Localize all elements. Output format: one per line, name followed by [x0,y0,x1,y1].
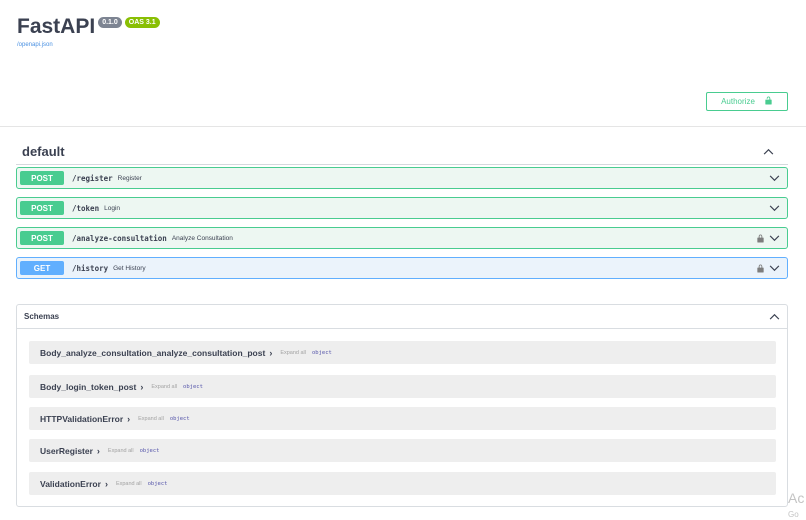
oas-badge: OAS 3.1 [124,17,160,28]
tag-section-header[interactable]: default [16,139,788,165]
tag-name: default [22,144,65,159]
chevron-right-icon[interactable]: › [127,414,130,424]
model-type: object [169,415,190,422]
schemas-title: Schemas [24,312,60,321]
operation-post-register[interactable]: POST /register Register [16,167,788,189]
chevron-down-icon[interactable] [769,234,780,242]
activation-watermark: Ac [788,490,805,506]
method-badge: POST [20,201,64,215]
activation-watermark-sub: Go [788,510,799,519]
model-name: Body_analyze_consultation_analyze_consul… [40,347,266,358]
operation-path: /token [72,203,100,213]
operation-summary: Get History [113,264,146,272]
lock-icon[interactable] [756,233,765,243]
model-name: UserRegister [40,445,93,456]
model-row[interactable]: UserRegister › Expand all object [29,439,776,462]
header-divider [0,126,806,127]
expand-all-button[interactable]: Expand all [151,384,177,390]
model-type: object [147,480,168,487]
operation-path: /register [72,173,113,183]
method-badge: POST [20,171,64,185]
model-name: HTTPValidationError [40,413,124,424]
operation-summary: Analyze Consultation [171,234,233,242]
openapi-json-link[interactable]: /openapi.json [17,42,160,48]
operation-path: /history [72,263,109,273]
chevron-right-icon[interactable]: › [97,446,100,456]
chevron-down-icon[interactable] [769,174,780,182]
chevron-right-icon[interactable]: › [140,382,143,392]
expand-all-button[interactable]: Expand all [280,350,306,356]
authorize-label: Authorize [721,97,755,106]
expand-all-button[interactable]: Expand all [138,416,164,422]
expand-all-button[interactable]: Expand all [116,481,142,487]
chevron-down-icon[interactable] [769,204,780,212]
operation-post-analyze-consultation[interactable]: POST /analyze-consultation Analyze Consu… [16,227,788,249]
lock-open-icon [764,96,773,107]
model-name: ValidationError [40,478,101,489]
operation-summary: Register [117,174,142,182]
api-info: FastAPI 0.1.0 OAS 3.1 /openapi.json [17,14,160,48]
method-badge: POST [20,231,64,245]
model-row[interactable]: ValidationError › Expand all object [29,472,776,495]
chevron-right-icon[interactable]: › [105,479,108,489]
chevron-down-icon[interactable] [769,264,780,272]
method-badge: GET [20,261,64,275]
model-type: object [312,349,332,356]
model-row[interactable]: Body_login_token_post › Expand all objec… [29,375,776,398]
operation-summary: Login [104,204,120,212]
model-row[interactable]: Body_analyze_consultation_analyze_consul… [29,341,776,364]
authorize-button[interactable]: Authorize [706,92,788,111]
model-row[interactable]: HTTPValidationError › Expand all object [29,407,776,430]
expand-all-button[interactable]: Expand all [108,448,134,454]
lock-icon[interactable] [756,263,765,273]
operation-post-token[interactable]: POST /token Login [16,197,788,219]
model-type: object [139,447,160,454]
api-title-row: FastAPI 0.1.0 OAS 3.1 [17,14,160,40]
chevron-up-icon[interactable] [769,313,780,320]
model-type: object [183,383,203,390]
version-badge: 0.1.0 [98,17,122,28]
operation-path: /analyze-consultation [72,233,167,243]
model-name: Body_login_token_post [40,381,137,392]
schemas-header[interactable]: Schemas [17,305,787,329]
chevron-right-icon[interactable]: › [269,348,272,358]
operation-get-history[interactable]: GET /history Get History [16,257,788,279]
schemas-section: Schemas Body_analyze_consultation_analyz… [16,304,788,507]
chevron-up-icon[interactable] [763,148,774,155]
api-title: FastAPI [17,15,96,38]
